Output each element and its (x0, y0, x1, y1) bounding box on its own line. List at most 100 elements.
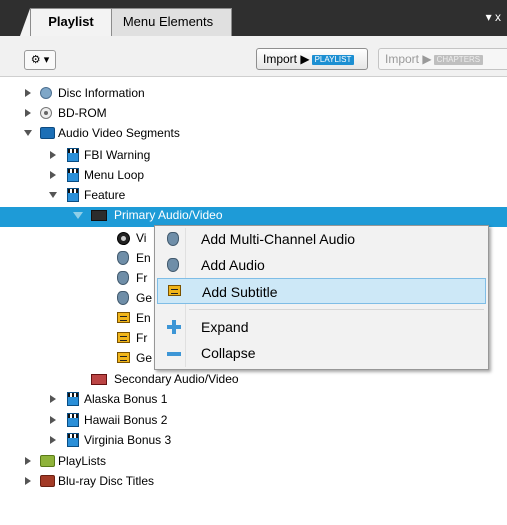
clapperboard-icon (67, 392, 79, 406)
tree-label: En (136, 311, 151, 325)
tree-label: Hawaii Bonus 2 (84, 413, 168, 427)
audio-icon (117, 291, 129, 305)
menu-item-add-audio[interactable]: Add Audio (157, 252, 486, 278)
folder-icon (40, 127, 55, 139)
import-label: Import ▶ (263, 52, 310, 66)
film-reel-icon (117, 232, 130, 245)
tree-label: Ge (136, 291, 153, 305)
expand-arrow-icon[interactable] (50, 436, 56, 444)
panel-menu-icon[interactable]: ▾ x (486, 10, 501, 24)
collapse-arrow-icon[interactable] (73, 212, 83, 219)
tree-item-audio-en[interactable]: En (0, 248, 160, 268)
gear-dropdown-button[interactable]: ⚙ ▾ (24, 50, 56, 70)
clapperboard-icon (67, 148, 79, 162)
audio-icon (117, 251, 129, 265)
tree-label: Menu Loop (84, 168, 145, 182)
audio-icon (167, 258, 179, 272)
disc-info-icon (40, 87, 52, 99)
expand-arrow-icon[interactable] (50, 151, 56, 159)
tree-item-primary-audio-video[interactable]: Primary Audio/Video (0, 205, 507, 225)
menu-item-add-multichannel-audio[interactable]: Add Multi-Channel Audio (157, 226, 486, 252)
tree-item-virginia-bonus[interactable]: Virginia Bonus 3 (0, 430, 300, 450)
expand-arrow-icon[interactable] (50, 395, 56, 403)
tree-item-alaska-bonus[interactable]: Alaska Bonus 1 (0, 389, 300, 409)
multichannel-audio-icon (167, 232, 179, 246)
tab-playlist[interactable]: Playlist (30, 8, 112, 36)
tree-item-subtitle-en[interactable]: En (0, 308, 160, 328)
tree-item-menu-loop[interactable]: Menu Loop (0, 165, 300, 185)
tree-item-bd-rom[interactable]: BD-ROM (0, 103, 300, 123)
tree-item-secondary-audio-video[interactable]: Secondary Audio/Video (0, 369, 300, 389)
context-menu: Add Multi-Channel Audio Add Audio Add Su… (154, 225, 489, 370)
plus-icon (167, 320, 181, 334)
tree-label: Secondary Audio/Video (114, 372, 239, 386)
tree-item-fbi-warning[interactable]: FBI Warning (0, 145, 300, 165)
chapters-badge: CHAPTERS (433, 55, 484, 65)
clapperboard-icon (67, 188, 79, 202)
toolbar: ⚙ ▾ Import ▶ PLAYLIST Import ▶ CHAPTERS (0, 36, 507, 77)
expand-arrow-icon[interactable] (50, 416, 56, 424)
expand-arrow-icon[interactable] (25, 89, 31, 97)
video-icon (91, 210, 107, 221)
tree-label: Fr (136, 331, 148, 345)
tree-item-disc-information[interactable]: Disc Information (0, 83, 300, 103)
chevron-down-icon: ▾ (43, 54, 50, 66)
clapperboard-icon (67, 168, 79, 182)
tree-label: Ge (136, 351, 153, 365)
tab-menu-elements[interactable]: Menu Elements (104, 8, 232, 36)
tree-label: BD-ROM (58, 106, 107, 120)
tree-item-hawaii-bonus[interactable]: Hawaii Bonus 2 (0, 410, 300, 430)
import-chapters-button[interactable]: Import ▶ CHAPTERS (378, 48, 507, 70)
tree-label: Vi (136, 231, 147, 245)
tree-item-audio-ge[interactable]: Ge (0, 288, 160, 308)
tree-item-audio-fr[interactable]: Fr (0, 268, 160, 288)
tree-label: Virginia Bonus 3 (84, 433, 172, 447)
tree-item-audio-video-segments[interactable]: Audio Video Segments (0, 123, 300, 143)
tree-item-subtitle-fr[interactable]: Fr (0, 328, 160, 348)
tree-label: Feature (84, 188, 126, 202)
menu-item-collapse[interactable]: Collapse (157, 340, 486, 366)
import-label-2: Import ▶ (385, 52, 432, 66)
bd-rom-icon (40, 107, 52, 119)
menu-item-label: Add Multi-Channel Audio (201, 231, 356, 247)
gear-icon: ⚙ (30, 54, 41, 66)
tree-label: PlayLists (58, 454, 107, 468)
menu-item-add-subtitle[interactable]: Add Subtitle (157, 278, 486, 304)
tree-label: Fr (136, 271, 148, 285)
menu-item-label: Expand (201, 319, 249, 335)
tree-label: En (136, 251, 151, 265)
video-icon (91, 374, 107, 385)
import-playlist-button[interactable]: Import ▶ PLAYLIST (256, 48, 368, 70)
audio-icon (117, 271, 129, 285)
playlist-badge: PLAYLIST (311, 55, 355, 65)
menu-item-label: Add Audio (201, 257, 265, 273)
tree-item-subtitle-ge[interactable]: Ge (0, 348, 160, 368)
tree-item-feature[interactable]: Feature (0, 185, 300, 205)
expand-arrow-icon[interactable] (25, 457, 31, 465)
tree-label: Primary Audio/Video (114, 208, 223, 222)
menu-item-label: Collapse (201, 345, 256, 361)
tree-label: FBI Warning (84, 148, 151, 162)
tree-item-playlists[interactable]: PlayLists (0, 451, 300, 471)
clapperboard-icon (67, 413, 79, 427)
expand-arrow-icon[interactable] (50, 171, 56, 179)
subtitle-icon (117, 332, 130, 343)
subtitle-icon (117, 312, 130, 323)
minus-icon (167, 352, 181, 356)
tree-label: Audio Video Segments (58, 126, 180, 140)
collapse-arrow-icon[interactable] (24, 130, 32, 136)
expand-arrow-icon[interactable] (25, 477, 31, 485)
folder-icon (40, 475, 55, 487)
clapperboard-icon (67, 433, 79, 447)
menu-item-label: Add Subtitle (202, 284, 278, 300)
tab-strip: Menu Elements Playlist ▾ x (0, 0, 507, 36)
subtitle-icon (168, 285, 181, 296)
menu-item-expand[interactable]: Expand (157, 314, 486, 340)
folder-icon (40, 455, 55, 467)
collapse-arrow-icon[interactable] (49, 192, 57, 198)
tree-label: Blu-ray Disc Titles (58, 474, 155, 488)
tree-label: Alaska Bonus 1 (84, 392, 168, 406)
expand-arrow-icon[interactable] (25, 109, 31, 117)
tree-item-video-stream[interactable]: Vi (0, 228, 160, 248)
tree-item-bluray-disc-titles[interactable]: Blu-ray Disc Titles (0, 471, 300, 491)
